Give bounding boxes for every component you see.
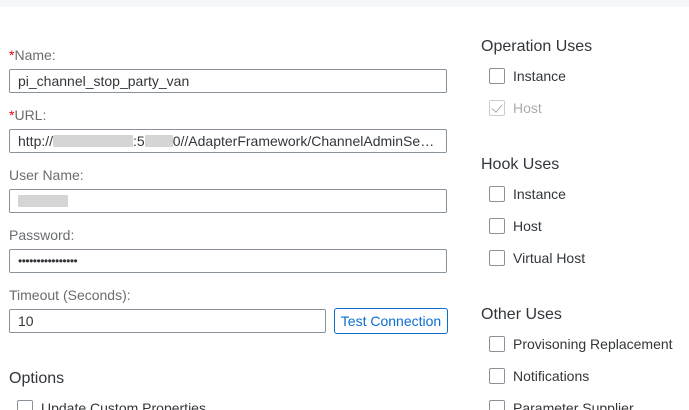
update-custom-properties-label: Update Custom Properties (41, 400, 206, 410)
username-input[interactable] (9, 189, 447, 213)
parameter-supplier-label: Parameter Supplier (513, 400, 634, 410)
redacted-username (18, 195, 68, 207)
hook-virtual-host-label: Virtual Host (513, 250, 586, 266)
options-heading: Options (9, 370, 65, 387)
operation-host-label: Host (513, 100, 542, 116)
hook-virtual-host-checkbox[interactable] (489, 250, 505, 266)
name-input[interactable]: pi_channel_stop_party_van (9, 69, 447, 93)
update-custom-properties-checkbox[interactable] (17, 400, 33, 410)
provisioning-replacement-checkbox[interactable] (489, 336, 505, 352)
notifications-checkbox[interactable] (489, 368, 505, 384)
name-label-text: Name: (14, 47, 56, 63)
url-label-text: URL: (14, 107, 47, 123)
operation-instance-checkbox[interactable] (489, 68, 505, 84)
operation-instance-label: Instance (513, 68, 566, 84)
url-input[interactable]: http:// :5 0//AdapterFramework/ChannelAdmi… (9, 129, 447, 153)
url-port-prefix: :5 (133, 133, 145, 149)
hook-host-checkbox[interactable] (489, 218, 505, 234)
checkmark-icon (491, 101, 503, 113)
operation-host-checkbox[interactable] (489, 100, 505, 116)
other-uses-heading: Other Uses (481, 306, 562, 323)
hook-instance-label: Instance (513, 186, 566, 202)
password-label: Password: (9, 227, 75, 243)
hook-uses-heading: Hook Uses (481, 156, 560, 173)
operation-uses-heading: Operation Uses (481, 38, 593, 55)
redacted-port (144, 135, 173, 147)
timeout-input[interactable]: 10 (9, 309, 326, 333)
url-prefix: http:// (18, 133, 54, 149)
channel-form-panel: *Name: pi_channel_stop_party_van *URL: h… (0, 7, 689, 410)
url-suffix: 0//AdapterFramework/ChannelAdminServ... (172, 133, 443, 149)
name-label: *Name: (9, 47, 56, 63)
notifications-label: Notifications (513, 368, 590, 384)
hook-host-label: Host (513, 218, 542, 234)
parameter-supplier-checkbox[interactable] (489, 400, 505, 410)
test-connection-button[interactable]: Test Connection (334, 308, 448, 334)
redacted-host (53, 135, 134, 147)
provisioning-replacement-label: Provisoning Replacement (513, 336, 673, 352)
url-label: *URL: (9, 107, 46, 123)
hook-instance-checkbox[interactable] (489, 186, 505, 202)
username-label: User Name: (9, 167, 84, 183)
timeout-label: Timeout (Seconds): (9, 287, 131, 303)
password-input[interactable]: •••••••••••••••• (9, 249, 447, 273)
